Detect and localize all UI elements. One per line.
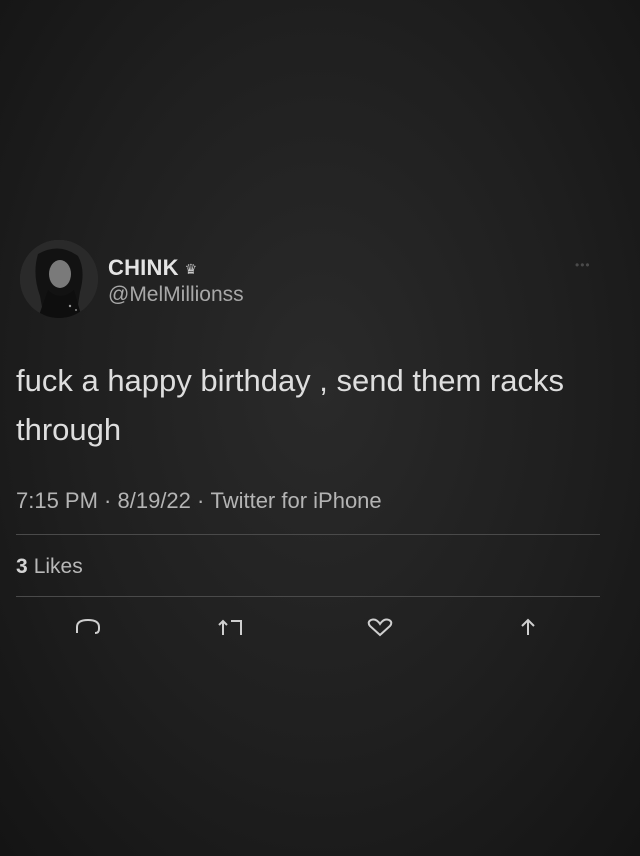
share-button[interactable] bbox=[508, 612, 548, 642]
divider bbox=[16, 596, 600, 597]
likes-label: Likes bbox=[33, 555, 83, 578]
crown-icon: ♛ bbox=[184, 261, 198, 277]
tweet-source[interactable]: Twitter for iPhone bbox=[210, 488, 381, 514]
reply-icon bbox=[76, 618, 100, 634]
divider bbox=[16, 534, 600, 535]
tweet-card: CHINK ♛ @MelMillionss ••• fuck a happy b… bbox=[0, 0, 640, 856]
reply-button[interactable] bbox=[68, 612, 108, 642]
meta-separator: · bbox=[190, 488, 211, 513]
author-name-row[interactable]: CHINK ♛ bbox=[108, 255, 197, 281]
profile-avatar[interactable] bbox=[20, 240, 98, 318]
tweet-text: fuck a happy birthday , send them racks … bbox=[16, 356, 616, 454]
retweet-button[interactable] bbox=[212, 612, 252, 642]
user-handle[interactable]: @MelMillionss bbox=[108, 283, 244, 307]
tweet-text-line-1: fuck a happy birthday , send them racks bbox=[16, 363, 564, 398]
like-button[interactable] bbox=[360, 612, 400, 642]
meta-separator: · bbox=[97, 488, 118, 513]
tweet-time: 7:15 PM bbox=[16, 488, 98, 513]
action-bar bbox=[0, 612, 640, 642]
retweet-icon bbox=[218, 619, 242, 635]
avatar-photo bbox=[20, 240, 98, 318]
like-icon bbox=[367, 618, 393, 637]
tweet-meta: 7:15 PM · 8/19/22 · Twitter for iPhone bbox=[16, 488, 382, 514]
more-options-icon[interactable]: ••• bbox=[575, 258, 591, 272]
display-name[interactable]: CHINK bbox=[108, 255, 179, 281]
likes-count: 3 bbox=[16, 555, 28, 578]
share-icon bbox=[521, 618, 535, 635]
tweet-text-line-2: through bbox=[16, 412, 122, 447]
likes-stat[interactable]: 3 Likes bbox=[16, 555, 83, 579]
tweet-date: 8/19/22 bbox=[117, 488, 191, 513]
